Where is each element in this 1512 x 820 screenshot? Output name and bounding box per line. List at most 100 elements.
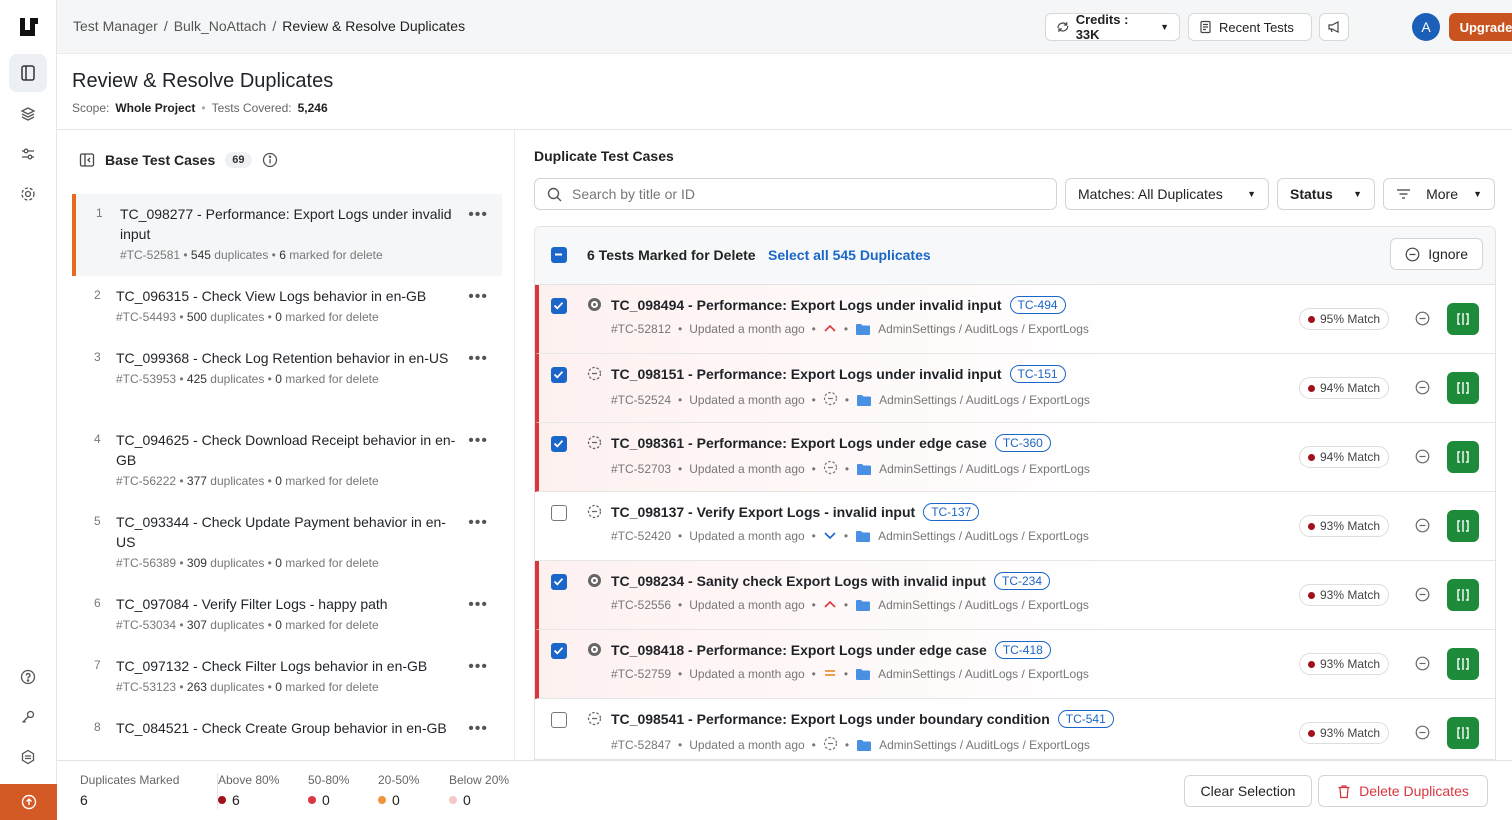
announcements-button[interactable] (1319, 13, 1349, 41)
ignore-row-icon[interactable] (1415, 725, 1430, 740)
delete-duplicates-button[interactable]: Delete Duplicates (1318, 775, 1488, 807)
duplicate-title[interactable]: TC_098151 - Performance: Export Logs und… (611, 366, 1002, 382)
duplicate-title[interactable]: TC_098541 - Performance: Export Logs und… (611, 711, 1050, 727)
duplicate-title[interactable]: TC_098418 - Performance: Export Logs und… (611, 642, 987, 658)
more-options-icon[interactable]: ••• (468, 514, 488, 532)
upgrade-now-button[interactable]: Upgrade Now (1449, 13, 1512, 41)
select-all-duplicates-link[interactable]: Select all 545 Duplicates (768, 247, 931, 263)
compare-button[interactable] (1447, 510, 1479, 542)
base-test-marked-count: 0 (275, 556, 282, 570)
info-icon[interactable] (262, 152, 278, 168)
help-icon[interactable] (9, 658, 47, 696)
more-options-icon[interactable]: ••• (468, 596, 488, 614)
row-checkbox[interactable] (551, 574, 567, 590)
tc-tag[interactable]: TC-360 (994, 434, 1051, 452)
breadcrumb-project[interactable]: Bulk_NoAttach (174, 18, 267, 34)
more-options-icon[interactable]: ••• (468, 350, 488, 368)
layers-icon[interactable] (9, 95, 47, 133)
chevron-down-icon: ▼ (1160, 22, 1169, 32)
folder-icon (856, 323, 871, 335)
gear-icon[interactable] (9, 175, 47, 213)
duplicate-row[interactable]: TC_098151 - Performance: Export Logs und… (535, 354, 1495, 423)
select-all-checkbox[interactable] (551, 247, 567, 263)
more-options-icon[interactable]: ••• (468, 432, 488, 450)
integrations-icon[interactable] (9, 738, 47, 776)
duplicate-title[interactable]: TC_098234 - Sanity check Export Logs wit… (611, 573, 986, 589)
base-test-item[interactable]: 1 TC_098277 - Performance: Export Logs u… (72, 194, 502, 276)
ignore-row-icon[interactable] (1415, 587, 1430, 602)
duplicate-row[interactable]: TC_098137 - Verify Export Logs - invalid… (535, 492, 1495, 561)
row-checkbox[interactable] (551, 643, 567, 659)
duplicate-title[interactable]: TC_098494 - Performance: Export Logs und… (611, 297, 1002, 313)
duplicate-row[interactable]: TC_098234 - Sanity check Export Logs wit… (535, 561, 1495, 630)
base-test-item[interactable]: 2 TC_096315 - Check View Logs behavior i… (72, 276, 502, 324)
status-filter-dropdown[interactable]: Status ▼ (1277, 178, 1375, 210)
nav-test-cases-icon[interactable] (9, 54, 47, 92)
app-logo[interactable] (18, 16, 40, 38)
ignore-row-icon[interactable] (1415, 656, 1430, 671)
upload-icon[interactable] (0, 784, 57, 820)
duplicate-row[interactable]: TC_098541 - Performance: Export Logs und… (535, 699, 1495, 759)
base-test-item[interactable]: 6 TC_097084 - Verify Filter Logs - happy… (72, 584, 502, 632)
more-options-icon[interactable]: ••• (468, 658, 488, 676)
more-filters-dropdown[interactable]: More ▼ (1383, 178, 1495, 210)
duplicate-title[interactable]: TC_098361 - Performance: Export Logs und… (611, 435, 987, 451)
duplicate-title-row: TC_098541 - Performance: Export Logs und… (611, 710, 1114, 728)
compare-button[interactable] (1447, 717, 1479, 749)
avatar[interactable]: A (1412, 13, 1440, 41)
duplicate-row[interactable]: TC_098361 - Performance: Export Logs und… (535, 423, 1495, 492)
duplicate-row[interactable]: TC_098494 - Performance: Export Logs und… (535, 285, 1495, 354)
settings-sliders-icon[interactable] (9, 135, 47, 173)
base-test-item[interactable]: 8 TC_084521 - Check Create Group behavio… (72, 708, 502, 738)
ignore-row-icon[interactable] (1415, 380, 1430, 395)
duplicate-row[interactable]: TC_098418 - Performance: Export Logs und… (535, 630, 1495, 699)
more-options-icon[interactable]: ••• (468, 720, 488, 738)
base-test-marked-label: marked for delete (285, 556, 379, 570)
stat-dot (449, 796, 457, 804)
tc-tag[interactable]: TC-541 (1057, 710, 1114, 728)
base-test-dup-label: duplicates (214, 248, 269, 262)
match-dot (1308, 315, 1315, 323)
key-icon[interactable] (9, 698, 47, 736)
tc-tag[interactable]: TC-418 (994, 641, 1051, 659)
tc-tag[interactable]: TC-234 (993, 572, 1050, 590)
compare-button[interactable] (1447, 579, 1479, 611)
tc-tag[interactable]: TC-137 (923, 503, 980, 521)
ignore-row-icon[interactable] (1415, 311, 1430, 326)
compare-button[interactable] (1447, 303, 1479, 335)
compare-button[interactable] (1447, 441, 1479, 473)
recent-tests-button[interactable]: Recent Tests (1188, 13, 1312, 41)
more-options-icon[interactable]: ••• (468, 206, 488, 224)
duplicate-meta: #TC-52703 • Updated a month ago • • Admi… (611, 460, 1090, 476)
ignore-row-icon[interactable] (1415, 518, 1430, 533)
breadcrumb-test-manager[interactable]: Test Manager (73, 18, 158, 34)
base-test-item[interactable]: 4 TC_094625 - Check Download Receipt beh… (72, 420, 502, 488)
row-checkbox[interactable] (551, 367, 567, 383)
clear-selection-button[interactable]: Clear Selection (1184, 775, 1312, 807)
ignore-button[interactable]: Ignore (1390, 238, 1483, 270)
match-percent: 94% Match (1320, 381, 1381, 395)
search-input[interactable]: Search by title or ID (534, 178, 1057, 210)
tc-tag[interactable]: TC-151 (1009, 365, 1066, 383)
compare-button[interactable] (1447, 372, 1479, 404)
credits-dropdown[interactable]: Credits : 33K ▼ (1045, 12, 1180, 42)
base-test-item[interactable]: 5 TC_093344 - Check Update Payment behav… (72, 502, 502, 570)
ignore-row-icon[interactable] (1415, 449, 1430, 464)
base-test-item[interactable]: 7 TC_097132 - Check Filter Logs behavior… (72, 646, 502, 694)
row-checkbox[interactable] (551, 298, 567, 314)
compare-button[interactable] (1447, 648, 1479, 680)
more-options-icon[interactable]: ••• (468, 288, 488, 306)
collapse-panel-icon[interactable] (79, 152, 95, 168)
row-checkbox[interactable] (551, 712, 567, 728)
credits-label: Credits : 33K (1075, 12, 1129, 42)
duplicate-title[interactable]: TC_098137 - Verify Export Logs - invalid… (611, 504, 915, 520)
left-rail (0, 0, 57, 820)
matches-filter-dropdown[interactable]: Matches: All Duplicates ▼ (1065, 178, 1269, 210)
row-checkbox[interactable] (551, 505, 567, 521)
base-test-dup-count: 425 (186, 372, 207, 386)
priority-icon (823, 529, 837, 543)
tc-tag[interactable]: TC-494 (1009, 296, 1066, 314)
status-icon (587, 642, 602, 657)
base-test-item[interactable]: 3 TC_099368 - Check Log Retention behavi… (72, 338, 502, 386)
row-checkbox[interactable] (551, 436, 567, 452)
